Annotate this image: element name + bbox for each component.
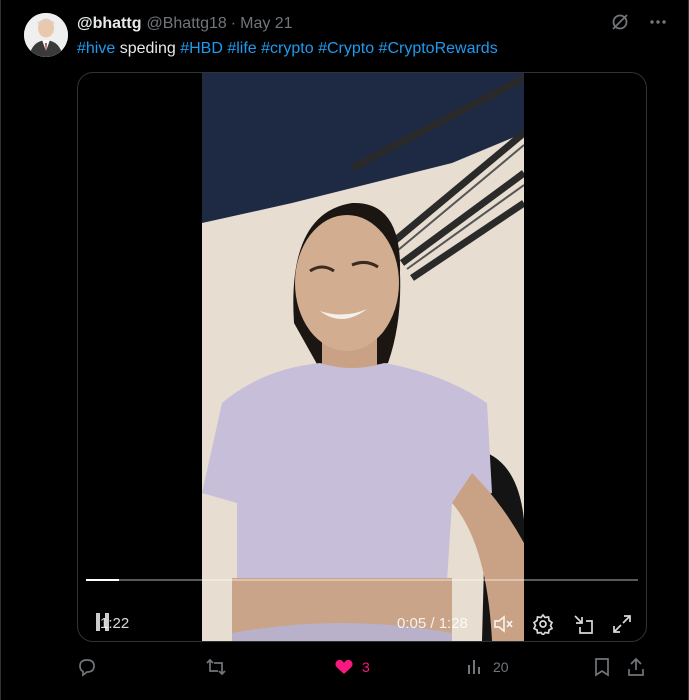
bookmark-icon xyxy=(595,658,609,677)
video-controls: 1:22 0:05 / 1:28 xyxy=(78,579,646,641)
progress-fill xyxy=(86,579,120,581)
action-bar: 3 20 xyxy=(77,652,668,682)
time-display: 0:05 / 1:28 xyxy=(397,615,468,632)
user-handle[interactable]: @Bhattg18 xyxy=(146,15,226,33)
hashtag-crypto[interactable]: #Crypto xyxy=(318,40,374,57)
reply-button[interactable] xyxy=(77,657,97,677)
hashtag-crypto-lower[interactable]: #crypto xyxy=(261,40,313,57)
reply-icon xyxy=(79,659,95,677)
mute-icon[interactable] xyxy=(492,613,514,635)
more-options-icon[interactable] xyxy=(648,12,668,37)
views-count: 20 xyxy=(493,659,509,675)
like-button[interactable]: 3 xyxy=(334,657,370,677)
bookmark-button[interactable] xyxy=(593,657,611,677)
settings-icon[interactable] xyxy=(532,613,554,637)
hashtag-hive[interactable]: #hive xyxy=(77,40,115,57)
progress-bar[interactable] xyxy=(86,579,638,581)
fullscreen-icon[interactable] xyxy=(611,613,633,635)
views-icon xyxy=(468,660,480,674)
hashtag-hbd[interactable]: #HBD xyxy=(180,40,223,57)
share-button[interactable] xyxy=(626,657,646,677)
tweet-word: speding xyxy=(115,40,181,57)
display-name[interactable]: @bhattg xyxy=(77,15,141,33)
retweet-button[interactable] xyxy=(205,657,227,677)
views-button[interactable]: 20 xyxy=(465,657,509,677)
video-frame[interactable] xyxy=(202,73,524,641)
avatar[interactable] xyxy=(24,13,68,57)
hashtag-cryptorewards[interactable]: #CryptoRewards xyxy=(379,40,498,57)
share-icon xyxy=(628,657,644,676)
retweet-icon xyxy=(206,658,226,676)
pop-out-icon[interactable] xyxy=(572,613,594,635)
tweet-text: #hive speding #HBD #life #crypto #Crypto… xyxy=(77,38,498,60)
heart-icon xyxy=(335,659,353,674)
header-icons xyxy=(610,13,668,35)
grok-icon[interactable] xyxy=(610,12,630,37)
tweet-card: @bhattg @Bhattg18 · May 21 #hive speding… xyxy=(0,0,689,700)
separator-dot: · xyxy=(230,15,237,32)
like-count: 3 xyxy=(362,659,370,675)
video-player[interactable]: 1:22 0:05 / 1:28 xyxy=(77,72,647,642)
remaining-time: 1:22 xyxy=(100,615,130,632)
tweet-date[interactable]: May 21 xyxy=(240,15,292,33)
hashtag-life[interactable]: #life xyxy=(227,40,256,57)
tweet-header: @bhattg @Bhattg18 · May 21 xyxy=(77,13,668,35)
